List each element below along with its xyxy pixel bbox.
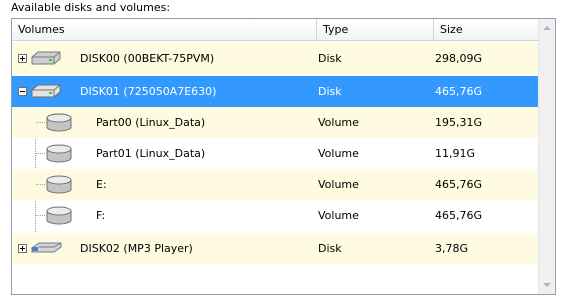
row-type: Volume xyxy=(318,209,359,222)
row-size: 465,76G xyxy=(435,209,483,222)
tree-row-disk00[interactable]: DISK00 (00BEKT-75PVM) Disk 298,09G xyxy=(12,43,541,74)
row-name: DISK02 (MP3 Player) xyxy=(80,242,193,255)
row-name: DISK00 (00BEKT-75PVM) xyxy=(80,52,215,65)
row-name: E: xyxy=(96,178,107,191)
row-size: 11,91G xyxy=(435,147,476,160)
row-type: Disk xyxy=(318,85,342,98)
row-name: F: xyxy=(96,209,106,222)
row-name: Part00 (Linux_Data) xyxy=(96,116,206,129)
tree-row-f[interactable]: F: Volume 465,76G xyxy=(12,200,541,231)
scroll-down-icon[interactable] xyxy=(543,283,551,287)
row-size: 465,76G xyxy=(435,178,483,191)
row-type: Disk xyxy=(318,52,342,65)
vertical-scrollbar[interactable] xyxy=(538,19,555,294)
tree-row-part00[interactable]: Part00 (Linux_Data) Volume 195,31G xyxy=(12,107,541,138)
column-header-volumes[interactable]: Volumes xyxy=(12,19,317,41)
scroll-up-icon[interactable] xyxy=(543,26,551,30)
row-type: Volume xyxy=(318,116,359,129)
tree-row-e[interactable]: E: Volume 465,76G xyxy=(12,169,541,200)
row-type: Volume xyxy=(318,178,359,191)
row-size: 465,76G xyxy=(435,85,483,98)
row-type: Volume xyxy=(318,147,359,160)
row-name: Part01 (Linux_Data) xyxy=(96,147,206,160)
column-header-type[interactable]: Type xyxy=(317,19,434,41)
disk-tree-list[interactable]: Volumes Type Size DISK00 (00BEKT-75PVM) … xyxy=(11,18,556,295)
column-header-size[interactable]: Size xyxy=(434,19,540,41)
column-header: Volumes Type Size xyxy=(12,19,540,41)
tree-row-part01[interactable]: Part01 (Linux_Data) Volume 11,91G xyxy=(12,138,541,169)
row-size: 298,09G xyxy=(435,52,483,65)
row-size: 3,78G xyxy=(435,242,469,255)
tree-row-disk01[interactable]: DISK01 (725050A7E630) Disk 465,76G xyxy=(12,76,541,107)
row-size: 195,31G xyxy=(435,116,483,129)
disks-caption: Available disks and volumes: xyxy=(11,1,171,14)
row-name: DISK01 (725050A7E630) xyxy=(80,85,217,98)
row-type: Disk xyxy=(318,242,342,255)
tree-row-disk02[interactable]: DISK02 (MP3 Player) Disk 3,78G xyxy=(12,233,541,264)
